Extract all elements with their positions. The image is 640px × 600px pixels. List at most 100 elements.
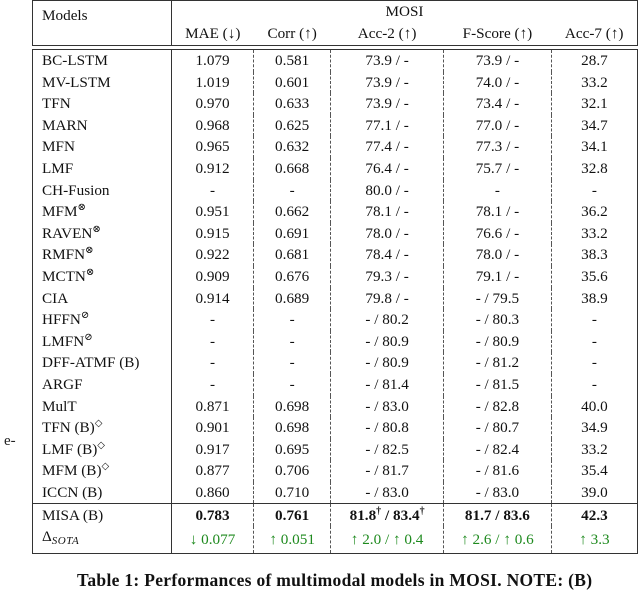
table-caption: Table 1: Performances of multimodal mode… [77, 570, 593, 590]
cell-mae: - [171, 330, 255, 353]
metric-header-corr: Corr (↑) [253, 23, 331, 46]
table-row: MARN 0.968 0.625 77.1 / -77.0 / -34.7 [32, 114, 639, 137]
models-header: Models [32, 0, 172, 46]
cell-acc7: 34.9 [551, 417, 639, 439]
model-name: MARN [32, 114, 172, 137]
table-row: CIA 0.914 0.689 79.8 / -- / 79.5 38.9 [32, 287, 639, 310]
cell-fscore: 75.7 / - [443, 157, 552, 180]
model-name: BC-LSTM [32, 49, 172, 72]
cell-fscore: 77.0 / - [443, 114, 552, 137]
cell-acc7: - [551, 179, 639, 202]
cell-corr: 0.698 [253, 417, 332, 439]
cell-acc2: - / 83.0 [330, 481, 444, 504]
cell-acc7: 28.7 [551, 49, 639, 72]
table-row: MFN 0.965 0.632 77.4 / -77.3 / -34.1 [32, 136, 639, 158]
cell-acc2: 79.8 / - [330, 287, 444, 310]
cell-corr: 0.676 [253, 265, 332, 288]
cell-acc2: - / 80.8 [330, 417, 444, 439]
cell-fscore: - / 81.2 [443, 352, 552, 374]
cell-fscore: - / 80.7 [443, 417, 552, 439]
cell-acc7: 39.0 [551, 481, 639, 504]
cell-mae: 0.912 [171, 157, 255, 180]
model-annotation-mark: ◇ [97, 439, 105, 451]
dataset-header: MOSI [171, 0, 639, 23]
cell-acc7: 33.2 [551, 438, 639, 461]
cell-acc2: 78.4 / - [330, 244, 444, 266]
cell-fscore: 74.0 / - [443, 71, 552, 94]
model-annotation-mark: ◇ [94, 418, 103, 430]
cell-corr: 0.695 [253, 438, 332, 461]
results-table: Models MOSI MAE (↓) Corr (↑) Acc-2 (↑) F… [32, 0, 639, 555]
cell-acc2: - / 82.5 [330, 438, 444, 461]
cell-acc7: 32.1 [551, 93, 639, 115]
cell-mae: 0.783 [171, 503, 255, 527]
delta-acc7: ↑ 3.3 [551, 526, 639, 555]
cell-fscore: 76.6 / - [443, 222, 552, 245]
cell-fscore: - / 83.0 [443, 481, 552, 504]
table-row: MCTN⊗ 0.909 0.676 79.3 / -79.1 / -35.6 [32, 265, 639, 288]
cell-acc2: - / 81.7 [330, 460, 444, 482]
delta-fscore: ↑ 2.6 / ↑ 0.6 [443, 526, 552, 555]
table-row: MFM (B)◇ 0.877 0.706- / 81.7- / 81.6 35.4 [32, 460, 639, 482]
delta-corr: ↑ 0.051 [253, 526, 332, 555]
cell-acc2: 73.9 / - [330, 49, 444, 72]
cell-acc2: 78.1 / - [330, 201, 444, 223]
cell-acc7: 36.2 [551, 201, 639, 223]
cell-mae: - [171, 373, 255, 396]
model-name: CH-Fusion [32, 179, 172, 202]
cell-acc2: 73.9 / - [330, 71, 444, 94]
cell-acc7: 38.3 [551, 244, 639, 266]
cell-acc2: 81.8† / 83.4† [330, 503, 444, 527]
table-row: ARGF - - - / 81.4- / 81.5- [32, 373, 639, 396]
stray-text-fragment: e- [4, 433, 16, 449]
cell-fscore: 78.0 / - [443, 244, 552, 266]
cell-acc7: - [551, 373, 639, 396]
cell-corr: 0.691 [253, 222, 332, 245]
model-name: MISA (B) [32, 503, 172, 527]
table-row: BC-LSTM 1.079 0.581 73.9 / -73.9 / -28.7 [32, 49, 639, 72]
delta-acc2: ↑ 2.0 / ↑ 0.4 [330, 526, 444, 555]
cell-acc2: - / 83.0 [330, 395, 444, 418]
header-row-1: Models MOSI [32, 0, 639, 46]
metric-header-fscore: F-Score (↑) [443, 23, 552, 46]
cell-corr: 0.681 [253, 244, 332, 266]
cell-corr: 0.698 [253, 395, 332, 418]
cell-corr: 0.689 [253, 287, 332, 310]
table-row: TFN (B)◇ 0.901 0.698- / 80.8- / 80.7 34.9 [32, 417, 639, 439]
table-row: CH-Fusion - -80.0 / --- [32, 179, 639, 202]
cell-fscore: - [443, 179, 552, 202]
table-row-delta-sota: ΔSOTA ↓ 0.077 ↑ 0.051 ↑ 2.0 / ↑ 0.4 ↑ 2.… [32, 526, 639, 555]
cell-corr: - [253, 373, 332, 396]
cell-fscore: 73.4 / - [443, 93, 552, 115]
cell-fscore: - / 80.9 [443, 330, 552, 353]
table-row: LMF 0.912 0.668 76.4 / -75.7 / -32.8 [32, 157, 639, 180]
cell-acc7: 40.0 [551, 395, 639, 418]
cell-mae: - [171, 179, 255, 202]
cell-mae: 1.019 [171, 71, 255, 94]
cell-mae: 1.079 [171, 49, 255, 72]
model-annotation-mark: ⊘ [80, 310, 90, 322]
cell-mae: 0.915 [171, 222, 255, 245]
metric-header-acc2: Acc-2 (↑) [330, 23, 444, 46]
cell-acc7: - [551, 352, 639, 374]
cell-acc7: 32.8 [551, 157, 639, 180]
cell-fscore: - / 81.6 [443, 460, 552, 482]
model-name: MulT [32, 395, 172, 418]
cell-corr: 0.625 [253, 114, 332, 137]
model-annotation-mark: ⊗ [85, 245, 94, 257]
cell-corr: 0.706 [253, 460, 332, 482]
model-name: MCTN⊗ [32, 265, 172, 288]
cell-corr: 0.662 [253, 201, 332, 223]
cell-mae: 0.877 [171, 460, 255, 482]
cell-corr: 0.581 [253, 49, 332, 72]
cell-acc7: 42.3 [551, 503, 639, 527]
cell-corr: 0.633 [253, 93, 332, 115]
cell-acc7: - [551, 330, 639, 353]
cell-fscore: - / 79.5 [443, 287, 552, 310]
model-name: LMFN⊘ [32, 330, 172, 353]
model-annotation-mark: ⊘ [84, 331, 93, 343]
cell-mae: 0.968 [171, 114, 255, 137]
model-name: RAVEN⊗ [32, 222, 172, 245]
model-name: LMF [32, 157, 172, 180]
cell-corr: - [253, 179, 332, 202]
